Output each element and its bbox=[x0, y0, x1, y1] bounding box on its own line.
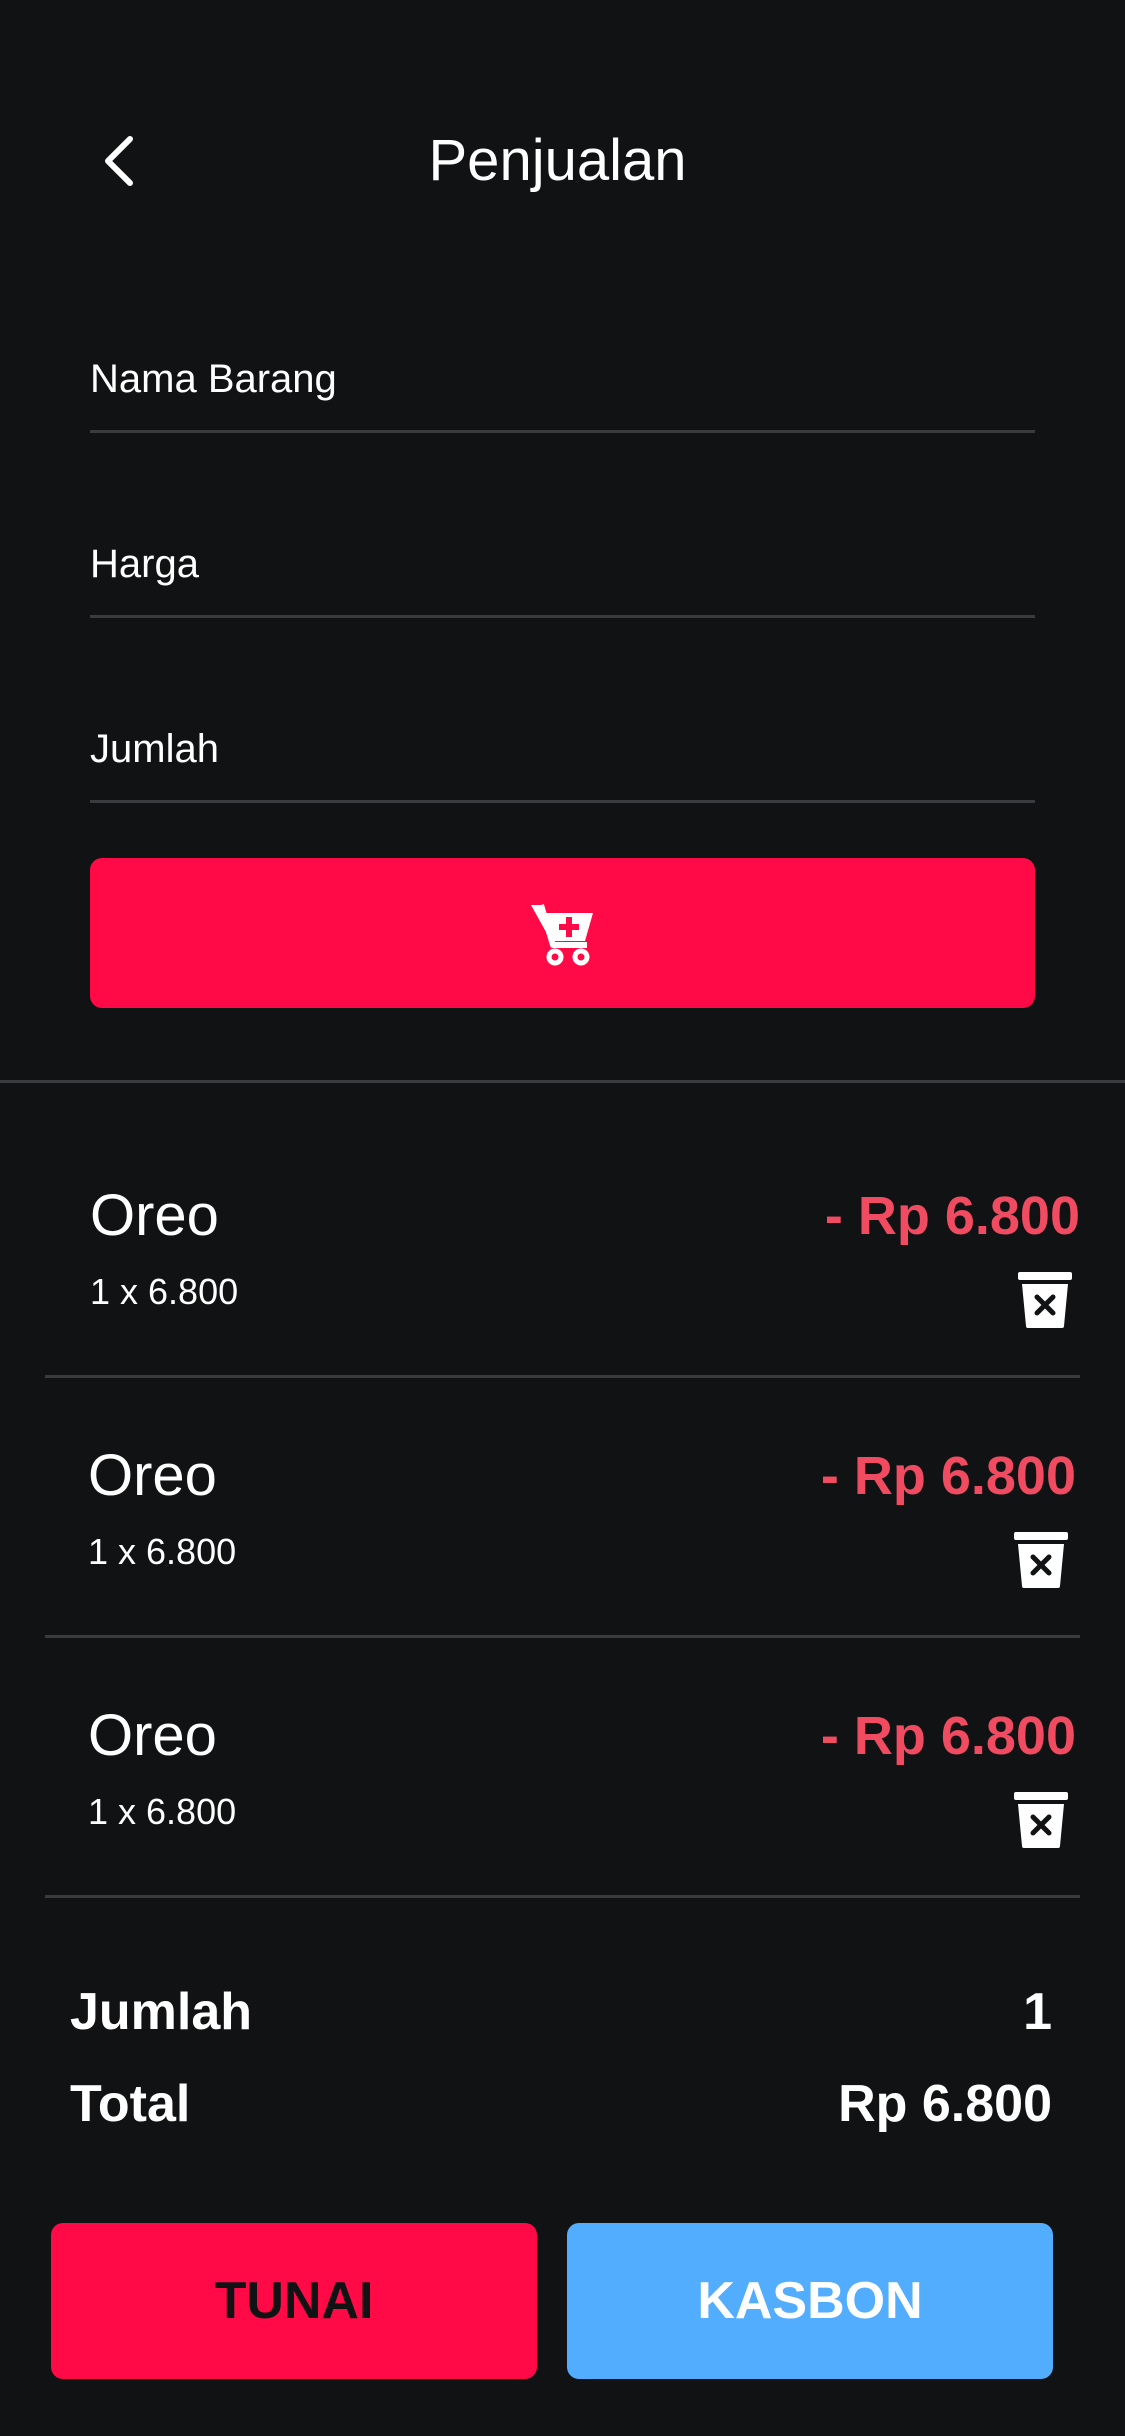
list-item: Oreo 1 x 6.800 - Rp 6.800 bbox=[45, 1380, 1080, 1638]
credit-button[interactable]: KASBON bbox=[567, 2223, 1053, 2379]
quantity-summary-label: Jumlah bbox=[70, 1983, 253, 2041]
item-quantity: 1 x 6.800 bbox=[88, 1531, 237, 1572]
item-name-field[interactable] bbox=[90, 310, 1035, 433]
trash-x-icon bbox=[1014, 1532, 1068, 1588]
add-to-cart-button[interactable] bbox=[90, 858, 1035, 1008]
list-item: Oreo 1 x 6.800 - Rp 6.800 bbox=[45, 1640, 1080, 1898]
item-name-input[interactable] bbox=[90, 357, 1035, 402]
item-price: - Rp 6.800 bbox=[824, 1186, 1080, 1246]
price-input[interactable] bbox=[90, 542, 1035, 587]
cash-button[interactable]: TUNAI bbox=[51, 2223, 537, 2379]
delete-item-button[interactable] bbox=[1012, 1790, 1070, 1850]
quantity-input[interactable] bbox=[90, 727, 1035, 772]
total-value: Rp 6.800 bbox=[838, 2075, 1052, 2133]
app-header: Penjualan bbox=[0, 0, 1125, 330]
item-price: - Rp 6.800 bbox=[820, 1706, 1076, 1766]
item-quantity: 1 x 6.800 bbox=[90, 1271, 239, 1312]
item-name: Oreo bbox=[88, 1703, 217, 1768]
item-quantity: 1 x 6.800 bbox=[88, 1791, 237, 1832]
trash-x-icon bbox=[1018, 1272, 1072, 1328]
list-item: Oreo 1 x 6.800 - Rp 6.800 bbox=[45, 1120, 1080, 1378]
total-label: Total bbox=[70, 2075, 191, 2133]
item-name: Oreo bbox=[90, 1183, 219, 1248]
cart-plus-icon bbox=[530, 904, 593, 966]
delete-item-button[interactable] bbox=[1016, 1270, 1074, 1330]
page-title: Penjualan bbox=[428, 128, 687, 193]
trash-x-icon bbox=[1014, 1792, 1068, 1848]
delete-item-button[interactable] bbox=[1012, 1530, 1070, 1590]
item-name: Oreo bbox=[88, 1443, 217, 1508]
item-price: - Rp 6.800 bbox=[820, 1446, 1076, 1506]
section-divider bbox=[0, 1080, 1125, 1083]
quantity-summary-value: 1 bbox=[1023, 1983, 1052, 2041]
price-field[interactable] bbox=[90, 495, 1035, 618]
quantity-field[interactable] bbox=[90, 680, 1035, 803]
